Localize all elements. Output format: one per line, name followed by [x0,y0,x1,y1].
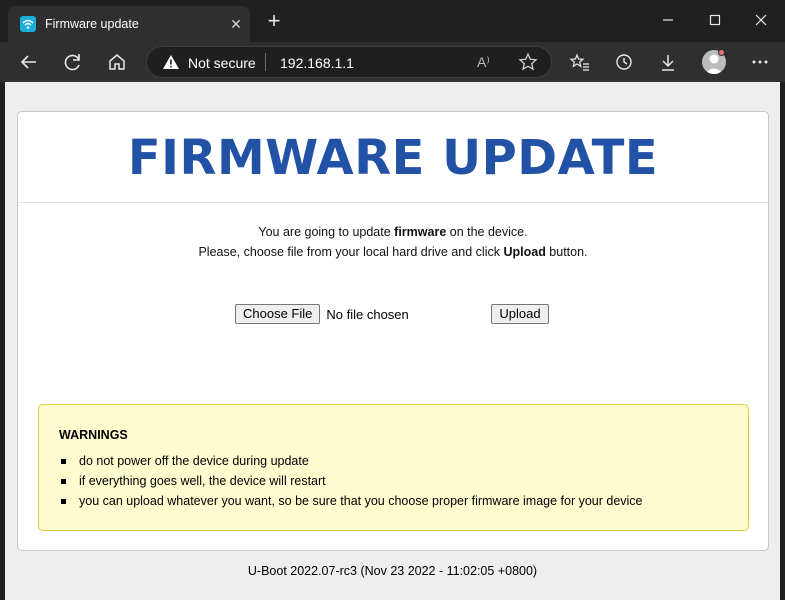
wifi-router-icon [20,16,36,32]
instruction-emphasis: firmware [394,225,447,239]
warnings-box: WARNINGS do not power off the device dur… [38,404,749,531]
history-icon[interactable] [612,50,636,74]
instruction-text: on the device. [446,225,528,239]
warning-text: do not power off the device during updat… [79,454,309,468]
address-divider [265,53,266,71]
favorite-star-icon[interactable] [518,52,538,77]
bullet-icon [61,459,66,464]
address-bar[interactable]: Not secure 192.168.1.1 A⁾ [146,46,552,78]
upload-form: Choose File No file chosen Upload [235,304,549,324]
warning-text: you can upload whatever you want, so be … [79,494,643,508]
bullet-icon [61,499,66,504]
read-aloud-icon[interactable]: A⁾ [477,54,490,71]
instruction-text: button. [545,245,588,259]
more-menu-icon[interactable] [748,50,772,74]
bullet-icon [61,479,66,484]
instruction-text: Please, choose file from your local hard… [198,245,504,259]
list-item: if everything goes well, the device will… [59,471,643,491]
upload-button[interactable]: Upload [491,304,549,324]
navigation-toolbar: Not secure 192.168.1.1 A⁾ [0,42,785,82]
favorites-list-icon[interactable] [568,50,592,74]
minimize-icon[interactable] [656,8,680,32]
tab-close-icon[interactable]: ✕ [222,16,250,33]
tab-title: Firmware update [45,17,139,31]
maximize-icon[interactable] [703,8,727,32]
page-viewport: FIRMWARE UPDATE You are going to update … [5,82,780,600]
tab-strip: Firmware update ✕ + [0,0,785,42]
home-icon[interactable] [103,48,131,76]
choose-file-button[interactable]: Choose File [235,304,321,324]
file-status-text: No file chosen [326,306,409,322]
browser-tab[interactable]: Firmware update ✕ [8,6,250,42]
list-item: you can upload whatever you want, so be … [59,491,643,511]
warning-triangle-icon[interactable] [163,55,179,69]
firmware-card: FIRMWARE UPDATE You are going to update … [17,111,769,551]
url-text[interactable]: 192.168.1.1 [280,55,354,71]
instruction-line-2: Please, choose file from your local hard… [18,245,768,259]
back-arrow-icon[interactable] [15,48,43,76]
downloads-icon[interactable] [656,50,680,74]
window-close-icon[interactable] [749,8,773,32]
version-footer: U-Boot 2022.07-rc3 (Nov 23 2022 - 11:02:… [247,564,538,578]
page-title: FIRMWARE UPDATE [127,130,659,186]
list-item: do not power off the device during updat… [59,451,643,471]
title-divider [18,202,768,203]
warning-text: if everything goes well, the device will… [79,474,326,488]
instruction-text: You are going to update [258,225,395,239]
new-tab-button[interactable]: + [262,10,286,34]
refresh-icon[interactable] [59,48,87,76]
warnings-title: WARNINGS [59,428,128,442]
notification-dot [718,49,725,56]
instruction-emphasis: Upload [503,245,546,259]
security-status[interactable]: Not secure [188,55,256,71]
instruction-line-1: You are going to update firmware on the … [18,225,768,239]
warnings-list: do not power off the device during updat… [59,451,643,511]
